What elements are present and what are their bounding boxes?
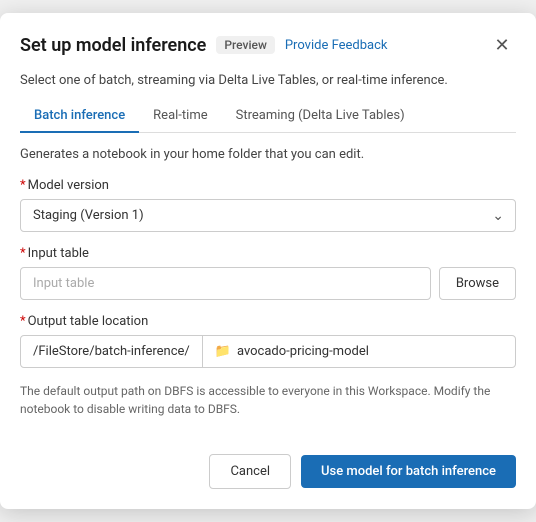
output-table-field: * Output table location /FileStore/batch… bbox=[20, 314, 516, 368]
model-version-select-wrapper: Staging (Version 1) ⌄ bbox=[20, 199, 516, 232]
input-table-label-text: Input table bbox=[28, 246, 89, 261]
tab-batch-inference[interactable]: Batch inference bbox=[20, 100, 139, 133]
input-table-label: * Input table bbox=[20, 246, 516, 261]
input-table-input[interactable] bbox=[20, 267, 431, 300]
modal-header: Set up model inference Preview Provide F… bbox=[0, 13, 536, 71]
model-version-label-text: Model version bbox=[28, 178, 109, 193]
tab-streaming[interactable]: Streaming (Delta Live Tables) bbox=[222, 100, 419, 133]
modal-title: Set up model inference bbox=[20, 35, 206, 56]
input-table-row: Browse bbox=[20, 267, 516, 300]
output-model-name-text: avocado-pricing-model bbox=[237, 344, 369, 359]
modal-body: Select one of batch, streaming via Delta… bbox=[0, 71, 536, 438]
output-table-label-text: Output table location bbox=[28, 314, 149, 329]
model-version-select[interactable]: Staging (Version 1) bbox=[20, 199, 516, 232]
input-table-field: * Input table Browse bbox=[20, 246, 516, 300]
folder-icon: 📁 bbox=[215, 344, 231, 359]
tab-bar: Batch inference Real-time Streaming (Del… bbox=[20, 100, 516, 133]
output-model-name: 📁 avocado-pricing-model bbox=[203, 336, 381, 367]
tab-real-time[interactable]: Real-time bbox=[139, 100, 221, 133]
close-button[interactable]: ✕ bbox=[488, 31, 516, 59]
model-version-required-star: * bbox=[20, 178, 26, 193]
input-table-required-star: * bbox=[20, 246, 26, 261]
preview-badge: Preview bbox=[216, 36, 275, 54]
modal-footer: Cancel Use model for batch inference bbox=[0, 438, 536, 509]
use-model-button[interactable]: Use model for batch inference bbox=[301, 455, 516, 488]
output-table-row: /FileStore/batch-inference/ 📁 avocado-pr… bbox=[20, 335, 516, 368]
cancel-button[interactable]: Cancel bbox=[209, 454, 291, 489]
browse-button[interactable]: Browse bbox=[439, 267, 516, 300]
model-version-label: * Model version bbox=[20, 178, 516, 193]
output-table-required-star: * bbox=[20, 314, 26, 329]
modal: Set up model inference Preview Provide F… bbox=[0, 13, 536, 509]
subtitle: Select one of batch, streaming via Delta… bbox=[20, 71, 516, 88]
output-table-label: * Output table location bbox=[20, 314, 516, 329]
output-path: /FileStore/batch-inference/ bbox=[21, 336, 203, 367]
info-text: The default output path on DBFS is acces… bbox=[20, 382, 516, 418]
model-version-field: * Model version Staging (Version 1) ⌄ bbox=[20, 178, 516, 232]
section-description: Generates a notebook in your home folder… bbox=[20, 147, 516, 162]
provide-feedback-link[interactable]: Provide Feedback bbox=[285, 38, 388, 53]
